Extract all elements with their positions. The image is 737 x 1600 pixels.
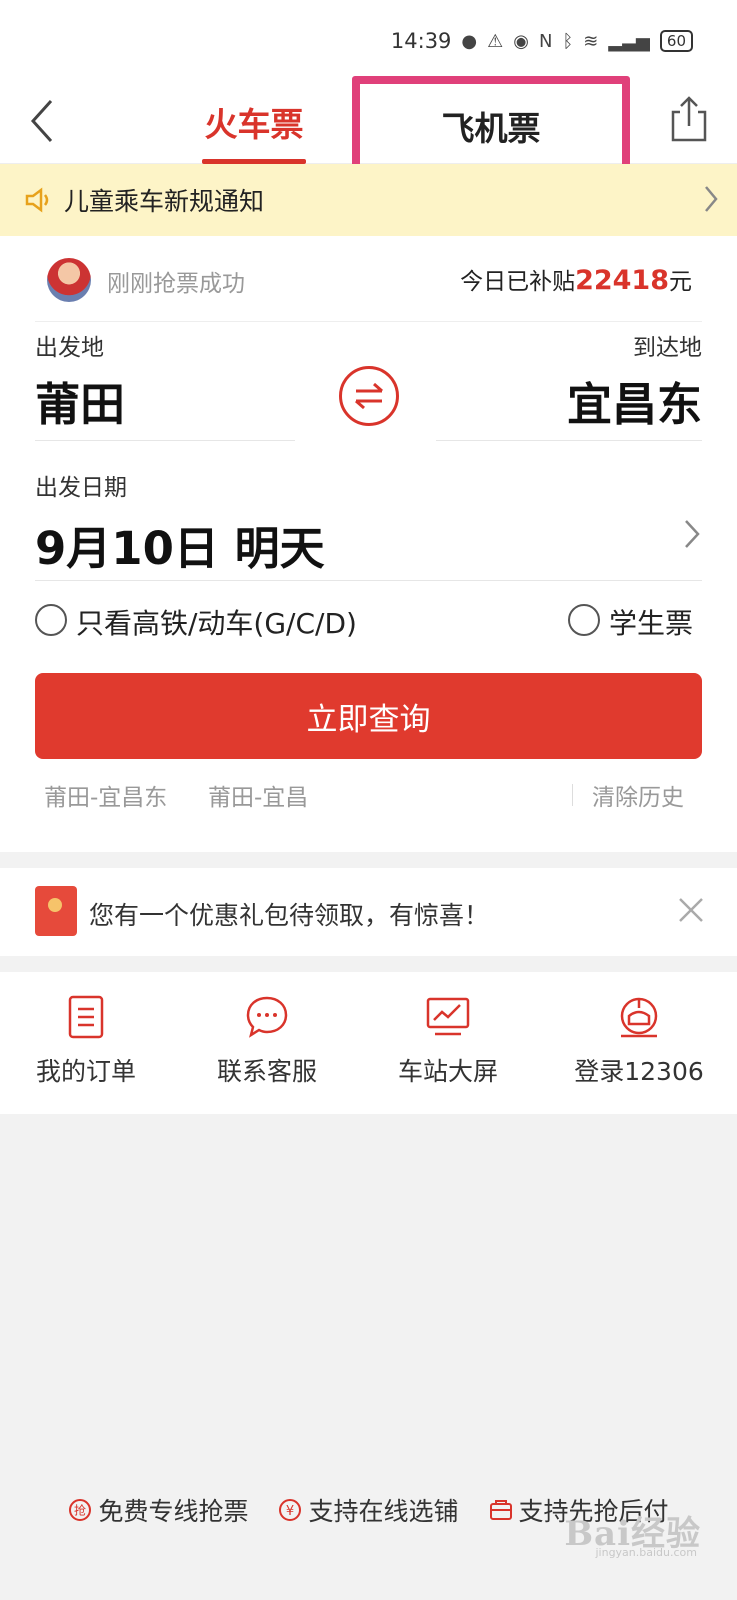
red-packet-icon	[35, 886, 77, 936]
tab-train-label: 火车票	[204, 105, 304, 144]
search-button[interactable]: 立即查询	[35, 673, 702, 759]
highspeed-radio[interactable]	[35, 604, 67, 636]
to-divider	[436, 440, 702, 441]
wechat-icon: ●	[461, 30, 478, 52]
chevron-right-icon[interactable]	[683, 518, 701, 550]
student-label[interactable]: 学生票	[609, 602, 693, 642]
clear-history-button[interactable]: 清除历史	[592, 778, 684, 812]
to-label: 到达地	[633, 335, 702, 361]
promo-text: 您有一个优惠礼包待领取，有惊喜！	[89, 901, 490, 930]
watermark-url: jingyan.baidu.com	[595, 1546, 697, 1559]
shortcut-station-screen[interactable]: 车站大屏	[368, 994, 528, 1088]
wallet-icon	[489, 1500, 512, 1520]
battery-indicator: 60	[659, 30, 693, 52]
share-button[interactable]	[669, 94, 713, 148]
success-ticker: 刚刚抢票成功 今日已补贴22418元	[35, 236, 702, 322]
from-label: 出发地	[35, 335, 104, 361]
back-button[interactable]	[22, 96, 62, 146]
close-icon[interactable]	[677, 896, 705, 924]
tab-plane-ticket[interactable]: 飞机票	[352, 76, 630, 176]
status-time: 14:39	[390, 29, 452, 53]
footer-item-label: 免费专线抢票	[98, 1497, 249, 1526]
notice-text: 儿童乘车新规通知	[64, 187, 265, 216]
to-city[interactable]: 宜昌东	[567, 368, 702, 433]
history-item[interactable]: 莆田-宜昌	[208, 778, 308, 812]
subsidy-amount: 22418	[575, 265, 669, 296]
footer-item: 抢 免费专线抢票	[68, 1490, 248, 1530]
footer-item-label: 支持在线选铺	[308, 1497, 459, 1526]
warning-icon: ⚠	[487, 30, 504, 52]
shortcut-label: 我的订单	[35, 1057, 136, 1086]
share-icon	[671, 96, 707, 142]
top-nav: 火车票 飞机票	[0, 76, 737, 176]
wifi-icon: ≋	[583, 30, 599, 52]
chevron-right-icon	[705, 186, 718, 212]
history-separator	[572, 784, 573, 806]
chat-icon	[246, 996, 288, 1038]
search-card: 刚刚抢票成功 今日已补贴22418元 出发地 到达地 莆田 宜昌东 出发日期 9…	[0, 236, 737, 852]
notice-bar[interactable]: 儿童乘车新规通知	[0, 164, 737, 236]
subsidy-suffix: 元	[669, 269, 692, 295]
grab-ticket-glyph: 抢	[74, 1503, 86, 1518]
shortcut-label: 联系客服	[216, 1057, 317, 1086]
swap-icon	[355, 382, 383, 410]
date-divider	[35, 580, 702, 581]
grab-ticket-icon: 抢	[69, 1499, 92, 1521]
speaker-icon	[25, 187, 49, 213]
signal-icon: ▂▃▅	[608, 30, 650, 52]
order-icon	[68, 995, 104, 1039]
student-radio[interactable]	[568, 604, 600, 636]
tab-train-ticket[interactable]: 火车票	[198, 98, 310, 164]
shortcut-my-orders[interactable]: 我的订单	[6, 994, 166, 1088]
train-logo-icon	[620, 997, 658, 1038]
shortcut-label: 车站大屏	[397, 1057, 498, 1086]
avatar	[47, 258, 91, 302]
shortcut-customer-service[interactable]: 联系客服	[187, 994, 347, 1088]
subsidy-text: 今日已补贴22418元	[460, 262, 692, 296]
screen-icon	[426, 997, 470, 1036]
eye-icon: ◉	[513, 30, 529, 52]
promo-banner[interactable]: 您有一个优惠礼包待领取，有惊喜！	[0, 868, 737, 956]
search-button-label: 立即查询	[306, 701, 431, 738]
history-item[interactable]: 莆田-宜昌东	[44, 778, 167, 812]
tab-plane-label: 飞机票	[441, 109, 541, 148]
shortcut-login-12306[interactable]: 登录12306	[559, 994, 719, 1088]
from-city[interactable]: 莆田	[35, 368, 125, 433]
status-bar: 14:39 ● ⚠ ◉ N ᛒ ≋ ▂▃▅ 60	[0, 0, 737, 82]
swap-cities-button[interactable]	[339, 366, 399, 426]
from-divider	[35, 440, 295, 441]
date-label: 出发日期	[35, 475, 127, 501]
footer-item: ¥ 支持在线选铺	[278, 1490, 459, 1530]
nfc-icon: N	[539, 30, 553, 52]
shortcut-grid: 我的订单 联系客服 车站大屏 登录12306	[0, 972, 737, 1114]
highspeed-label[interactable]: 只看高铁/动车(G/C/D)	[76, 602, 357, 642]
chevron-left-icon	[30, 99, 53, 143]
shortcut-label: 登录12306	[574, 1057, 704, 1086]
subsidy-prefix: 今日已补贴	[460, 269, 576, 295]
bluetooth-icon: ᛒ	[562, 30, 574, 52]
ticker-text: 刚刚抢票成功	[107, 271, 245, 297]
date-value[interactable]: 9月10日 明天	[35, 512, 325, 577]
yuan-icon: ¥	[279, 1499, 302, 1521]
yuan-glyph: ¥	[286, 1504, 294, 1519]
